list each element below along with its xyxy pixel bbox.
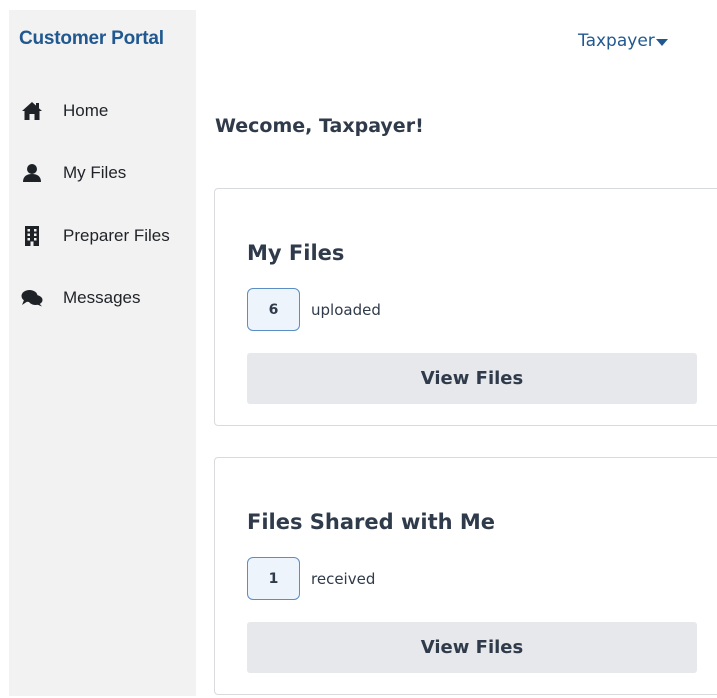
view-shared-files-button[interactable]: View Files (247, 622, 697, 673)
view-my-files-button[interactable]: View Files (247, 353, 697, 404)
user-icon (21, 162, 43, 184)
count-badge: 6 (247, 288, 300, 331)
sidebar-item-label: Messages (63, 288, 141, 307)
count-row: 1 received (247, 557, 375, 600)
sidebar-item-label: Preparer Files (63, 226, 170, 245)
caret-down-icon (655, 38, 668, 46)
sidebar-item-my-files[interactable]: My Files (21, 158, 126, 188)
user-menu-label: Taxpayer (578, 31, 655, 51)
sidebar: Customer Portal Home My Files Preparer F… (9, 10, 196, 696)
home-icon (21, 100, 43, 122)
sidebar-item-preparer-files[interactable]: Preparer Files (21, 221, 170, 251)
count-label: received (311, 569, 376, 588)
count-label: uploaded (311, 300, 381, 319)
card-title: Files Shared with Me (247, 510, 496, 534)
sidebar-item-home[interactable]: Home (21, 96, 108, 126)
count-row: 6 uploaded (247, 288, 381, 331)
portal-brand[interactable]: Customer Portal (19, 28, 164, 50)
count-badge: 1 (247, 557, 300, 600)
sidebar-item-label: Home (63, 101, 109, 120)
my-files-card: My Files 6 uploaded View Files (214, 188, 717, 426)
building-icon (21, 225, 43, 247)
shared-files-card: Files Shared with Me 1 received View Fil… (214, 457, 717, 695)
card-title: My Files (247, 241, 345, 265)
comments-icon (21, 287, 43, 309)
user-menu-dropdown[interactable]: Taxpayer (578, 28, 668, 54)
sidebar-item-label: My Files (63, 163, 127, 182)
page-title: Wecome, Taxpayer! (215, 115, 424, 137)
sidebar-item-messages[interactable]: Messages (21, 283, 140, 313)
